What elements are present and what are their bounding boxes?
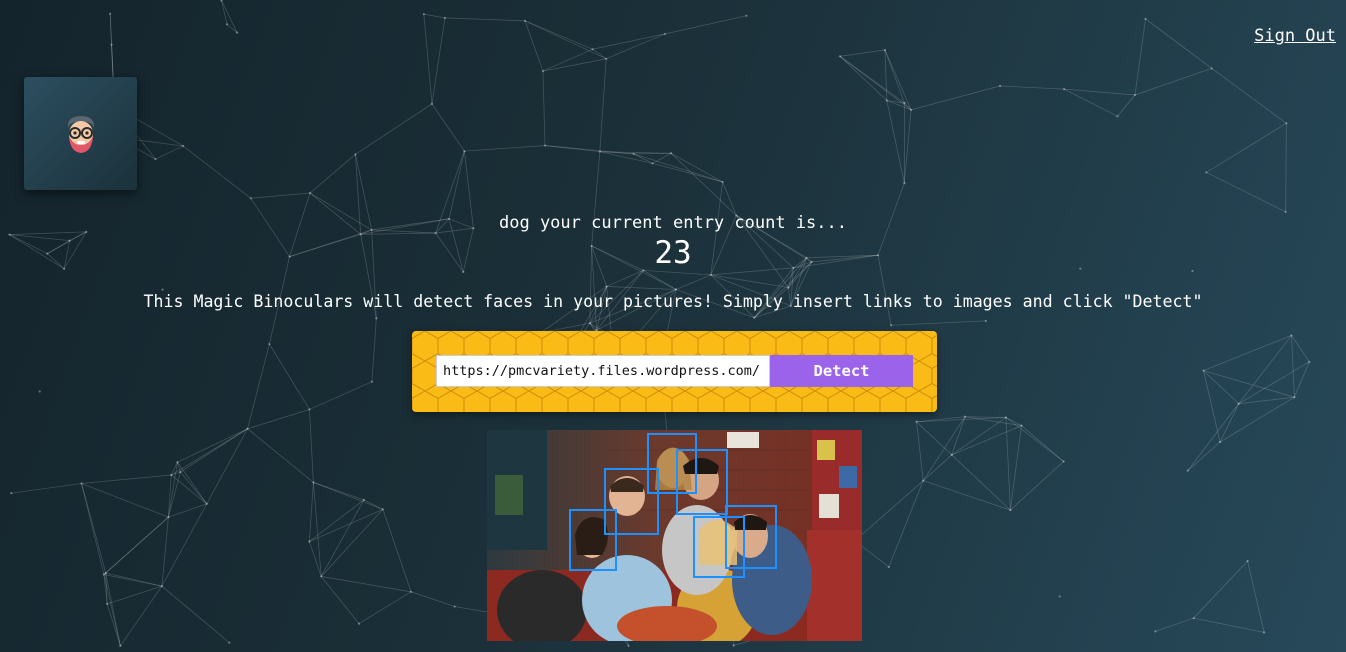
app-description: This Magic Binoculars will detect faces …: [143, 292, 1203, 311]
nerd-face-icon: [67, 115, 94, 153]
image-url-input[interactable]: [436, 355, 770, 387]
entry-count-greeting: dog your current entry count is...: [499, 213, 847, 233]
logo-card[interactable]: [24, 77, 137, 190]
detect-button[interactable]: Detect: [770, 355, 913, 387]
entry-count-value: 23: [654, 235, 692, 271]
face-box-4: [676, 449, 728, 515]
detection-result-image: [487, 430, 862, 641]
sign-out-link[interactable]: Sign Out: [1254, 26, 1336, 46]
image-link-form: Detect: [412, 331, 937, 412]
face-box-6: [725, 505, 777, 569]
